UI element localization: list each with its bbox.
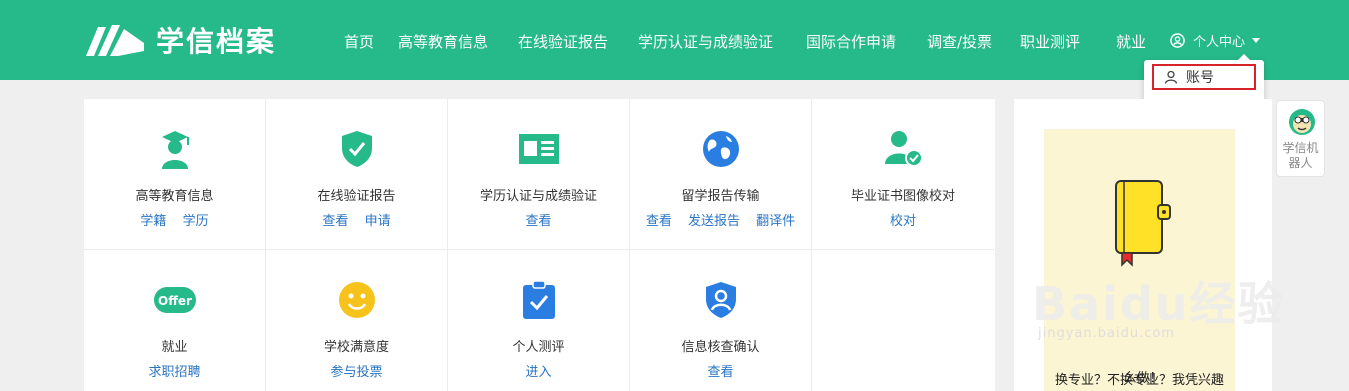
id-card-icon [518, 134, 559, 164]
user-center-label: 个人中心 [1193, 35, 1246, 50]
dropdown-account[interactable]: 账号 [1152, 64, 1256, 90]
user-check-icon [885, 131, 923, 167]
service-title: 学校满意度 [323, 340, 389, 355]
link-education[interactable]: 学历 [183, 214, 209, 229]
service-school-satisfaction[interactable]: 学校满意度 参与投票 [266, 250, 448, 391]
robot-avatar-icon [1289, 109, 1315, 135]
graduate-icon [161, 131, 189, 169]
service-title: 个人测评 [512, 340, 565, 355]
nav-employment[interactable]: 就业 [1116, 31, 1146, 52]
nav-career-test[interactable]: 职业测评 [1020, 31, 1080, 52]
link-job-search[interactable]: 求职招聘 [148, 365, 200, 380]
service-study-abroad-report[interactable]: 留学报告传输 查看 发送报告 翻译件 [630, 99, 812, 250]
promo-caption-2: 么做！ [1123, 371, 1163, 386]
service-title: 留学报告传输 [681, 189, 760, 204]
robot-label: 学信机器人 [1282, 141, 1319, 170]
link-vote[interactable]: 参与投票 [330, 365, 382, 380]
service-higher-education[interactable]: 高等教育信息 学籍 学历 [84, 99, 266, 250]
nav-international[interactable]: 国际合作申请 [806, 31, 896, 52]
shield-check-icon [341, 131, 372, 167]
service-employment[interactable]: Offer 就业 求职招聘 [84, 250, 266, 391]
link-send-report[interactable]: 发送报告 [688, 214, 740, 229]
service-certificate-image-check[interactable]: 毕业证书图像校对 校对 [812, 99, 994, 250]
service-title: 高等教育信息 [135, 189, 214, 204]
smiley-icon [338, 282, 375, 318]
service-online-verification[interactable]: 在线验证报告 查看 申请 [266, 99, 448, 250]
link-apply[interactable]: 申请 [365, 214, 391, 229]
service-title: 毕业证书图像校对 [850, 189, 955, 204]
dropdown-account-label: 账号 [1186, 70, 1214, 86]
notebook-icon [1115, 180, 1171, 267]
link-view[interactable]: 查看 [707, 365, 733, 380]
link-view[interactable]: 查看 [525, 214, 551, 229]
nav-survey[interactable]: 调查/投票 [927, 31, 992, 52]
link-translation[interactable]: 翻译件 [756, 214, 795, 229]
link-view[interactable]: 查看 [322, 214, 348, 229]
promo-panel[interactable]: 换专业？不换专业？我凭兴趣 [1014, 99, 1272, 391]
user-circle-icon [1170, 33, 1185, 48]
offer-badge-text: Offer [158, 294, 192, 308]
nav-higher-education[interactable]: 高等教育信息 [398, 31, 488, 52]
service-title: 信息核查确认 [681, 340, 760, 355]
chevron-down-icon [1252, 38, 1261, 43]
link-enter[interactable]: 进入 [525, 365, 551, 380]
link-proofread[interactable]: 校对 [890, 214, 916, 229]
service-title: 学历认证与成绩验证 [479, 189, 597, 204]
promo-banner[interactable]: 换专业？不换专业？我凭兴趣 [1044, 129, 1235, 391]
nav-online-verification[interactable]: 在线验证报告 [518, 31, 608, 52]
service-degree-certification[interactable]: 学历认证与成绩验证 查看 [448, 99, 630, 250]
service-info-verification[interactable]: 信息核查确认 查看 [630, 250, 812, 391]
nav-home[interactable]: 首页 [344, 31, 374, 52]
logo-icon [86, 25, 144, 56]
shield-user-icon [705, 282, 736, 318]
user-center-menu[interactable]: 个人中心 [1170, 31, 1261, 50]
service-title: 在线验证报告 [317, 189, 396, 204]
link-view[interactable]: 查看 [646, 214, 672, 229]
service-grid: 高等教育信息 学籍 学历 在线验证报告 查看 申请 学历认证与成绩验证 查看 留… [84, 99, 995, 391]
logo[interactable]: 学信档案 [84, 20, 276, 60]
globe-icon [702, 131, 739, 167]
xuexin-robot-button[interactable]: 学信机器人 [1276, 100, 1325, 177]
user-icon [1164, 70, 1178, 84]
link-student-status[interactable]: 学籍 [140, 214, 166, 229]
clipboard-check-icon [522, 281, 555, 319]
service-personal-assessment[interactable]: 个人测评 进入 [448, 250, 630, 391]
empty-cell [812, 250, 994, 391]
offer-icon: Offer [153, 287, 196, 313]
logo-text: 学信档案 [156, 25, 277, 58]
nav-degree-certification[interactable]: 学历认证与成绩验证 [638, 31, 773, 52]
service-title: 就业 [161, 340, 188, 355]
